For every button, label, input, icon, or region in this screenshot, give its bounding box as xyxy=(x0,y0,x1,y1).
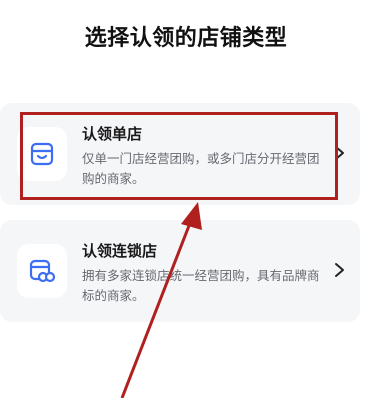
option-description: 拥有多家连锁店统一经营团购，具有品牌商标的商家。 xyxy=(82,268,320,303)
page-title: 选择认领的店铺类型 xyxy=(84,26,288,51)
chevron-right-icon xyxy=(335,263,344,277)
annotation-highlight-box xyxy=(20,112,338,200)
chain-store-icon xyxy=(17,244,67,298)
option-card-chain-store[interactable]: 认领连锁店 拥有多家连锁店统一经营团购，具有品牌商标的商家。 xyxy=(0,220,360,322)
option-title: 认领连锁店 xyxy=(82,242,158,260)
